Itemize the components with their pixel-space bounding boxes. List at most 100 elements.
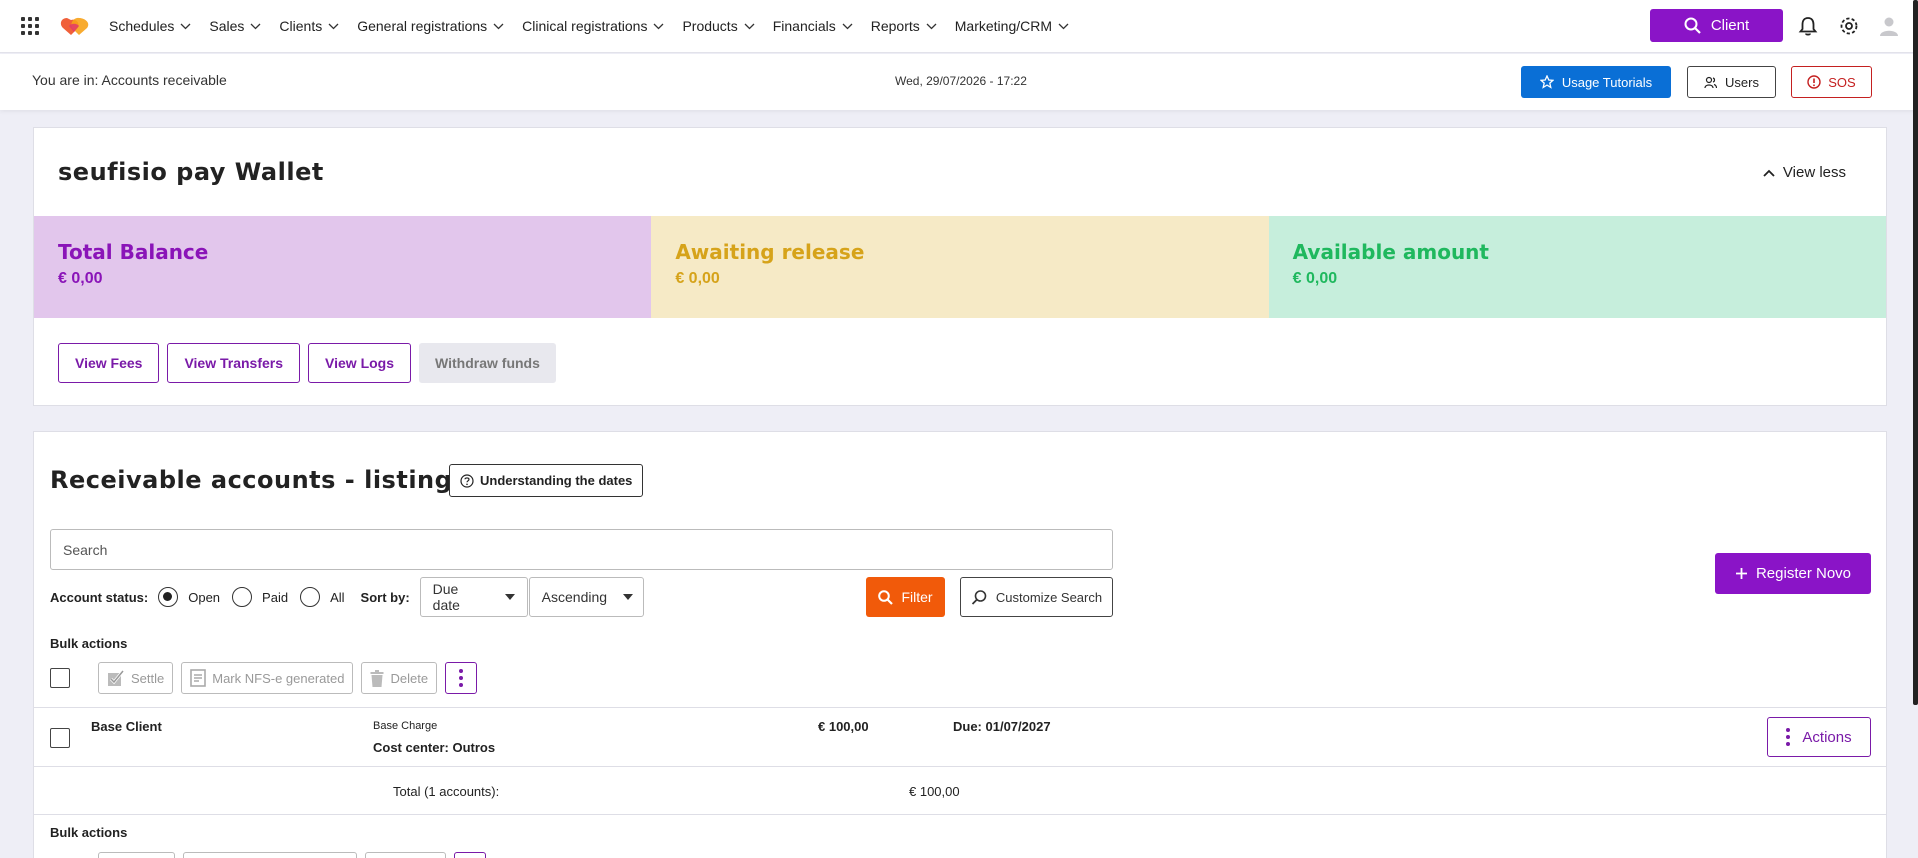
account-status-label: Account status:: [50, 589, 149, 605]
menu-label: Clinical registrations: [522, 18, 648, 34]
wallet-title: seufisio pay Wallet: [58, 158, 324, 186]
chevron-down-icon: [250, 23, 261, 29]
sub-header: You are in: Accounts receivable Wed, 29/…: [0, 54, 1918, 110]
filter-button[interactable]: Filter: [866, 577, 945, 617]
row-actions-button[interactable]: Actions: [1767, 717, 1871, 757]
caret-down-icon: [504, 594, 515, 600]
menu-label: Reports: [870, 18, 920, 34]
total-row: Total (1 accounts): € 100,00: [34, 767, 1886, 815]
search-input[interactable]: [50, 529, 1113, 570]
sort-field-select[interactable]: Due date: [419, 577, 528, 617]
apps-grid-icon[interactable]: [21, 17, 39, 35]
receivables-listing-card: Receivable accounts - listing Understand…: [33, 431, 1887, 858]
current-datetime: Wed, 29/07/2026 - 17:22: [895, 74, 1027, 88]
usage-tutorials-button[interactable]: Usage Tutorials: [1521, 66, 1671, 98]
bulk-actions-label: Bulk actions: [50, 636, 128, 651]
tile-title: Available amount: [1292, 240, 1489, 264]
row-cost-center: Cost center: Outros: [373, 740, 496, 755]
menu-schedules[interactable]: Schedules: [109, 18, 191, 34]
select-all-checkbox[interactable]: [50, 668, 70, 688]
menu-general-registrations[interactable]: General registrations: [357, 18, 504, 34]
customize-search-label: Customize Search: [995, 589, 1103, 605]
withdraw-funds-button[interactable]: Withdraw funds: [419, 343, 556, 383]
tile-value: € 0,00: [1292, 270, 1338, 287]
bell-icon[interactable]: [1797, 15, 1819, 37]
customize-search-button[interactable]: Customize Search: [960, 577, 1113, 617]
view-less-toggle[interactable]: View less: [1763, 164, 1846, 181]
bulk-actions-label-bottom: Bulk actions: [50, 825, 128, 840]
status-radio-open[interactable]: Open: [158, 587, 220, 607]
available-amount-tile: Available amount € 0,00: [1268, 216, 1886, 318]
row-checkbox[interactable]: [50, 728, 70, 748]
usage-tutorials-label: Usage Tutorials: [1561, 74, 1653, 90]
row-due-date: Due: 01/07/2027: [953, 719, 1051, 734]
status-radio-all[interactable]: All: [300, 587, 345, 607]
mark-nfse-button[interactable]: [183, 852, 357, 858]
menu-label: Financials: [772, 18, 836, 34]
awaiting-release-tile: Awaiting release € 0,00: [651, 216, 1269, 318]
menu-label: Sales: [209, 18, 245, 34]
chevron-down-icon: [653, 23, 664, 29]
understanding-dates-label: Understanding the dates: [480, 473, 633, 488]
total-label: Total (1 accounts):: [393, 784, 500, 799]
menu-label: Marketing/CRM: [954, 18, 1053, 34]
delete-button[interactable]: [365, 852, 446, 858]
row-charge: Base Charge: [373, 720, 438, 732]
sos-button[interactable]: SOS: [1791, 66, 1872, 98]
brand-logo[interactable]: [57, 14, 93, 38]
top-navbar: Schedules Sales Clients General registra…: [0, 0, 1918, 53]
row-amount: € 100,00: [818, 719, 869, 734]
menu-label: Clients: [279, 18, 323, 34]
gear-icon[interactable]: [1838, 15, 1860, 37]
bulk-actions-bar: Settle Mark NFS-e generated Delete: [50, 662, 478, 694]
tile-value: € 0,00: [58, 270, 103, 287]
menu-financials[interactable]: Financials: [773, 18, 853, 34]
more-bulk-actions-button[interactable]: [454, 852, 486, 858]
balance-tiles: Total Balance € 0,00 Awaiting release € …: [34, 216, 1886, 318]
register-new-button[interactable]: Register Novo: [1715, 553, 1871, 594]
view-fees-button[interactable]: View Fees: [58, 343, 160, 383]
chevron-down-icon: [842, 23, 853, 29]
menu-clients[interactable]: Clients: [279, 18, 339, 34]
breadcrumb: You are in: Accounts receivable: [32, 72, 227, 88]
search-settings-icon: [971, 589, 987, 605]
menu-reports[interactable]: Reports: [871, 18, 937, 34]
table-row: Base Client Base Charge Cost center: Out…: [34, 707, 1886, 767]
client-button-label: Client: [1710, 17, 1750, 34]
users-button[interactable]: Users: [1687, 66, 1776, 98]
search-icon: [1684, 17, 1701, 34]
row-client[interactable]: Base Client: [91, 719, 162, 734]
plus-icon: [1735, 568, 1747, 579]
chevron-down-icon: [180, 23, 191, 29]
chevron-down-icon: [1058, 23, 1069, 29]
total-balance-tile: Total Balance € 0,00: [34, 216, 652, 318]
settle-check-icon: [108, 670, 125, 686]
menu-clinical-registrations[interactable]: Clinical registrations: [522, 18, 664, 34]
settle-button[interactable]: Settle: [98, 662, 174, 694]
more-bulk-actions-button[interactable]: [445, 662, 478, 694]
page-scrollbar[interactable]: [1913, 0, 1918, 705]
actions-label: Actions: [1802, 728, 1852, 746]
mark-nfse-button[interactable]: Mark NFS-e generated: [181, 662, 354, 694]
menu-sales[interactable]: Sales: [209, 18, 261, 34]
view-transfers-button[interactable]: View Transfers: [167, 343, 301, 383]
status-radio-paid[interactable]: Paid: [232, 587, 288, 607]
sort-order-select[interactable]: Ascending: [528, 577, 644, 617]
settle-button[interactable]: [98, 852, 175, 858]
understanding-dates-button[interactable]: Understanding the dates: [449, 464, 644, 497]
radio-label: All: [330, 589, 345, 605]
delete-button[interactable]: Delete: [361, 662, 438, 694]
client-search-button[interactable]: Client: [1650, 9, 1783, 42]
caret-down-icon: [623, 594, 634, 600]
filter-row: Account status: Open Paid All Sort by: D…: [50, 577, 644, 617]
document-icon: [190, 669, 207, 687]
star-icon: [1539, 75, 1554, 89]
view-logs-button[interactable]: View Logs: [308, 343, 412, 383]
tile-title: Total Balance: [58, 240, 209, 264]
register-new-label: Register Novo: [1755, 565, 1852, 582]
radio-label: Open: [188, 589, 221, 605]
menu-marketing-crm[interactable]: Marketing/CRM: [955, 18, 1069, 34]
menu-products[interactable]: Products: [682, 18, 755, 34]
user-avatar-icon[interactable]: [1878, 15, 1900, 37]
radio-label: Paid: [262, 589, 289, 605]
